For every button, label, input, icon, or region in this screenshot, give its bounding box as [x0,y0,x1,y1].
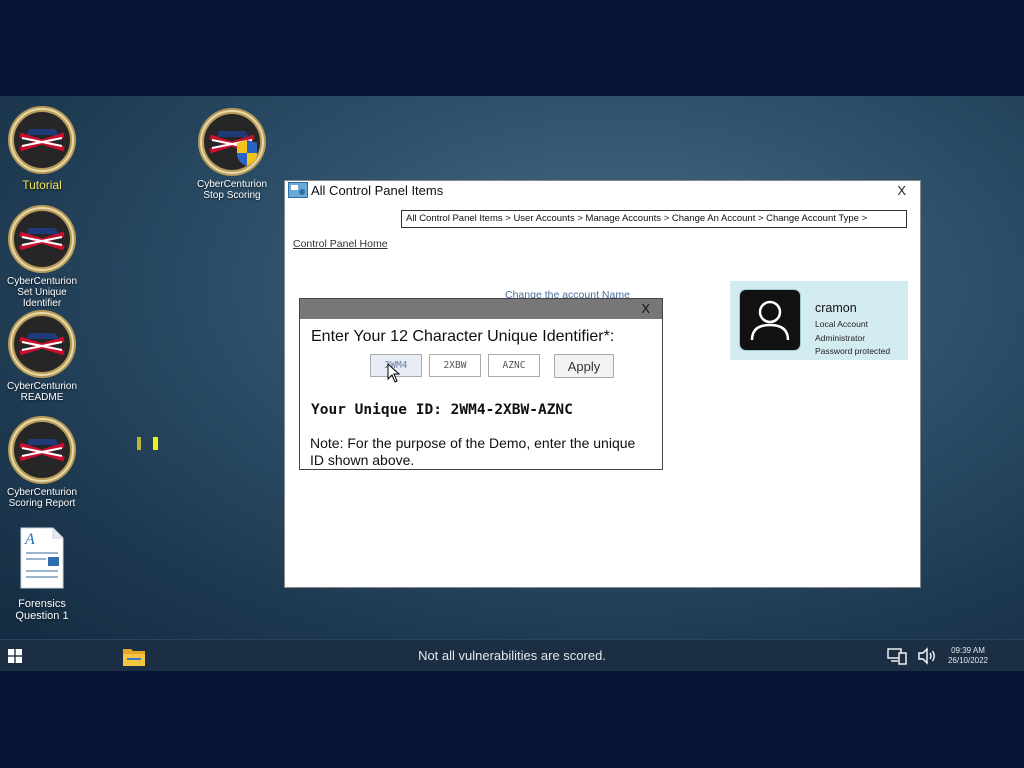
screen: Tutorial CyberCenturion Set Unique Ident… [0,0,1024,768]
system-clock[interactable]: 09:39 AM 26/10/2022 [944,646,992,666]
desktop-icon-label: CyberCenturion README [6,381,78,403]
account-protection: Password protected [815,346,891,356]
account-type: Local Account [815,319,868,329]
desktop-icon-stop-scoring[interactable]: CyberCenturion Stop Scoring [190,107,274,201]
user-icon [750,300,790,341]
volume-icon[interactable] [917,647,937,665]
unique-id-dialog: X Enter Your 12 Character Unique Identif… [299,298,663,470]
breadcrumb[interactable]: All Control Panel Items > User Accounts … [401,210,907,228]
desktop-icon-label: CyberCenturion Scoring Report [6,487,78,509]
desktop-icon-scoring-report[interactable]: CyberCenturion Scoring Report [0,415,84,509]
cybercenturion-emblem-icon [8,416,76,484]
desktop-icon-label: Forensics Question 1 [15,598,69,622]
unique-id-input-2[interactable] [429,354,481,377]
cybercenturion-emblem-icon [8,205,76,273]
cybercenturion-shield-emblem-icon [198,108,266,176]
account-name: cramon [815,301,857,315]
clock-date: 26/10/2022 [947,656,989,665]
network-icon[interactable] [887,647,907,665]
account-card[interactable]: cramon Local Account Administrator Passw… [730,281,908,360]
desktop-icon-set-unique-identifier[interactable]: CyberCenturion Set Unique Identifier [0,204,84,309]
unique-id-input-3[interactable] [488,354,540,377]
control-panel-title: All Control Panel Items [311,183,444,198]
desktop-icon-forensics-question-1[interactable]: A Forensics Question 1 [0,526,84,622]
dialog-titlebar[interactable]: X [300,299,662,319]
desktop-icon-label: CyberCenturion Stop Scoring [196,179,268,201]
svg-text:A: A [24,531,35,548]
demo-note: Note: For the purpose of the Demo, enter… [310,435,636,468]
control-panel-icon [288,182,308,198]
unique-id-prompt: Enter Your 12 Character Unique Identifie… [311,328,615,345]
yellow-marks-icon [137,437,158,450]
document-icon: A [20,527,64,589]
close-button[interactable]: X [897,183,906,198]
account-role: Administrator [815,333,866,343]
cybercenturion-emblem-icon [8,310,76,378]
desktop-icon-label: Tutorial [22,178,62,192]
apply-button[interactable]: Apply [554,354,614,378]
scoring-status-text: Not all vulnerabilities are scored. [418,648,606,663]
cybercenturion-emblem-icon [8,106,76,174]
close-button[interactable]: X [641,301,650,316]
desktop-icon-readme[interactable]: CyberCenturion README [0,309,84,403]
control-panel-home-link[interactable]: Control Panel Home [293,238,388,250]
desktop-icon-tutorial[interactable]: Tutorial [0,105,84,192]
unique-id-display: Your Unique ID: 2WM4-2XBW-AZNC [311,402,573,418]
taskbar: Not all vulnerabilities are scored. 09:3… [0,639,1024,671]
mouse-cursor-icon [387,363,401,383]
desktop-icon-label: CyberCenturion Set Unique Identifier [6,276,78,309]
control-panel-titlebar[interactable]: All Control Panel Items X [285,181,920,201]
avatar [740,290,800,350]
clock-time: 09:39 AM [951,646,985,655]
